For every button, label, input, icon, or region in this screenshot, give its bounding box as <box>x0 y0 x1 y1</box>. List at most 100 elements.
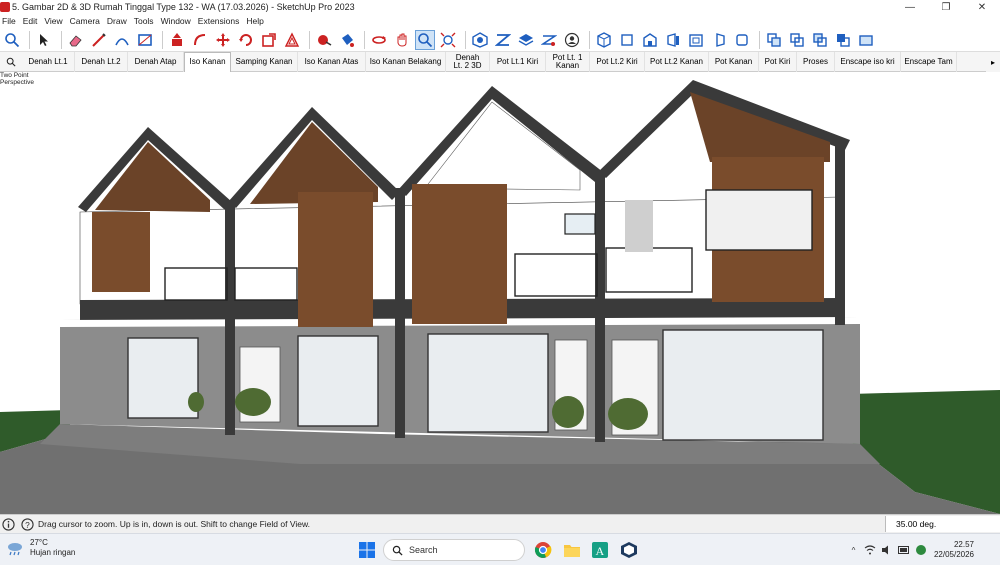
menu-edit[interactable]: Edit <box>23 16 43 26</box>
zoom-tool-button[interactable] <box>415 29 435 50</box>
display-section-fill-button[interactable] <box>833 30 853 50</box>
line-tool-button[interactable] <box>89 30 109 50</box>
section-fill-icon <box>837 33 850 47</box>
pan-tool-button[interactable] <box>392 30 412 50</box>
scene-scroll-right-button[interactable]: ▸ <box>986 52 1000 72</box>
pencil-icon <box>92 32 106 47</box>
account-button[interactable] <box>562 30 582 50</box>
offset-tool-button[interactable] <box>282 30 302 50</box>
minimize-button[interactable]: — <box>892 0 928 14</box>
taskbar-search[interactable]: Search <box>383 539 525 561</box>
scene-tab-denah-lt2-3d[interactable]: Denah Lt. 2 3D <box>446 51 490 72</box>
menu-file[interactable]: File <box>2 16 21 26</box>
scene-tab-denah-lt1[interactable]: Denah Lt.1 <box>22 51 75 72</box>
menu-camera[interactable]: Camera <box>70 16 105 26</box>
scene-tab-enscape-tam[interactable]: Enscape Tam <box>901 51 957 72</box>
chevron-up-icon[interactable]: ^ <box>847 544 860 557</box>
zoom-extents-button[interactable] <box>438 30 458 50</box>
volume-icon[interactable] <box>881 544 894 557</box>
right-view-icon <box>667 32 679 47</box>
battery-icon[interactable] <box>898 544 911 557</box>
scene-tab-iso-kanan[interactable]: Iso Kanan <box>184 51 231 72</box>
scene-tab-pot-lt1-kiri[interactable]: Pot Lt.1 Kiri <box>490 51 546 72</box>
section-plane-button[interactable] <box>764 30 784 50</box>
tags-icon <box>541 34 557 46</box>
menu-window[interactable]: Window <box>161 16 196 26</box>
left-view-button[interactable] <box>709 30 729 50</box>
info-icon[interactable] <box>2 517 15 531</box>
taskbar-chrome-button[interactable] <box>531 539 555 561</box>
scene-search-button[interactable] <box>0 52 22 72</box>
shape-tool-button[interactable] <box>135 30 155 50</box>
front-view-button[interactable] <box>640 30 660 50</box>
scale-tool-button[interactable] <box>259 30 279 50</box>
taskbar-file-explorer-button[interactable] <box>560 539 584 561</box>
menu-help[interactable]: Help <box>246 16 268 26</box>
tape-measure-button[interactable] <box>314 30 334 50</box>
section-extra-button[interactable] <box>856 30 876 50</box>
weather-widget[interactable]: 27°C Hujan ringan <box>6 538 75 558</box>
scene-tab-enscape-iso-kri[interactable]: Enscape iso kri <box>835 51 901 72</box>
scene-tab-iso-kanan-atas[interactable]: Iso Kanan Atas <box>298 51 366 72</box>
scene-tab-denah-atap[interactable]: Denah Atap <box>128 51 184 72</box>
wifi-icon[interactable] <box>864 544 877 557</box>
weather-condition: Hujan ringan <box>30 548 76 557</box>
house-model-render <box>0 80 1000 514</box>
back-view-button[interactable] <box>686 30 706 50</box>
scene-tab-pot-kiri[interactable]: Pot Kiri <box>759 51 797 72</box>
push-pull-icon <box>172 32 182 46</box>
bottom-view-button[interactable] <box>732 30 752 50</box>
move-tool-button[interactable] <box>213 30 233 50</box>
layers-button[interactable] <box>516 30 536 50</box>
sketchup-icon <box>621 542 637 558</box>
window-title: 5. Gambar 2D & 3D Rumah Tinggal Type 132… <box>12 2 355 12</box>
model-viewport[interactable]: Two Point Perspective <box>0 72 1000 514</box>
section-extra-icon <box>859 34 873 46</box>
system-clock[interactable]: 22.57 22/05/2026 <box>934 540 974 560</box>
warehouse-button[interactable] <box>470 30 490 50</box>
scene-tab-pot-lt2-kiri[interactable]: Pot Lt.2 Kiri <box>590 51 645 72</box>
scene-tab-pot-lt2-kanan[interactable]: Pot Lt.2 Kanan <box>645 51 709 72</box>
taskbar-publisher-button[interactable]: A <box>588 539 612 561</box>
close-button[interactable]: ✕ <box>964 0 1000 14</box>
scene-tab-iso-kanan-belakang[interactable]: Iso Kanan Belakang <box>366 51 446 72</box>
menu-draw[interactable]: Draw <box>107 16 132 26</box>
menu-tools[interactable]: Tools <box>134 16 159 26</box>
right-view-button[interactable] <box>663 30 683 50</box>
measurements-box[interactable]: 35.00 deg. <box>885 516 1000 532</box>
scene-tab-proses[interactable]: Proses <box>797 51 835 72</box>
menu-view[interactable]: View <box>44 16 67 26</box>
follow-me-tool-button[interactable] <box>190 30 210 50</box>
scene-tab-pot-kanan[interactable]: Pot Kanan <box>709 51 759 72</box>
system-tray: ^ 22.57 22/05/2026 <box>843 534 1000 566</box>
back-view-icon <box>689 33 703 47</box>
maximize-button[interactable]: ❐ <box>928 0 964 14</box>
paint-bucket-button[interactable] <box>337 30 357 50</box>
taskbar-search-placeholder: Search <box>409 545 438 555</box>
iso-cube-icon <box>597 31 611 48</box>
iso-view-button[interactable] <box>594 30 614 50</box>
taskbar-sketchup-button[interactable] <box>617 539 641 561</box>
app-tray-icon[interactable] <box>915 544 928 557</box>
help-icon[interactable]: ? <box>21 517 34 531</box>
window-controls: — ❐ ✕ <box>892 0 1000 14</box>
display-section-cuts-button[interactable] <box>810 30 830 50</box>
arc-tool-button[interactable] <box>112 30 132 50</box>
push-pull-tool-button[interactable] <box>167 30 187 50</box>
extension-warehouse-button[interactable] <box>493 30 513 50</box>
scene-tab-samping-kanan[interactable]: Samping Kanan <box>231 51 298 72</box>
search-tool-button[interactable] <box>2 30 22 50</box>
eraser-tool-button[interactable] <box>66 30 86 50</box>
scene-tab-denah-lt2[interactable]: Denah Lt.2 <box>75 51 128 72</box>
top-view-button[interactable] <box>617 30 637 50</box>
clock-time: 22.57 <box>953 540 974 549</box>
scene-tab-pot-lt1-kanan[interactable]: Pot Lt. 1 Kanan <box>546 51 590 72</box>
pillar-3 <box>595 172 605 442</box>
orbit-tool-button[interactable] <box>369 30 389 50</box>
start-button[interactable] <box>356 539 378 561</box>
tags-button[interactable] <box>539 30 559 50</box>
menu-extensions[interactable]: Extensions <box>198 16 245 26</box>
select-tool-button[interactable] <box>34 30 54 50</box>
display-section-planes-button[interactable] <box>787 30 807 50</box>
rotate-tool-button[interactable] <box>236 30 256 50</box>
